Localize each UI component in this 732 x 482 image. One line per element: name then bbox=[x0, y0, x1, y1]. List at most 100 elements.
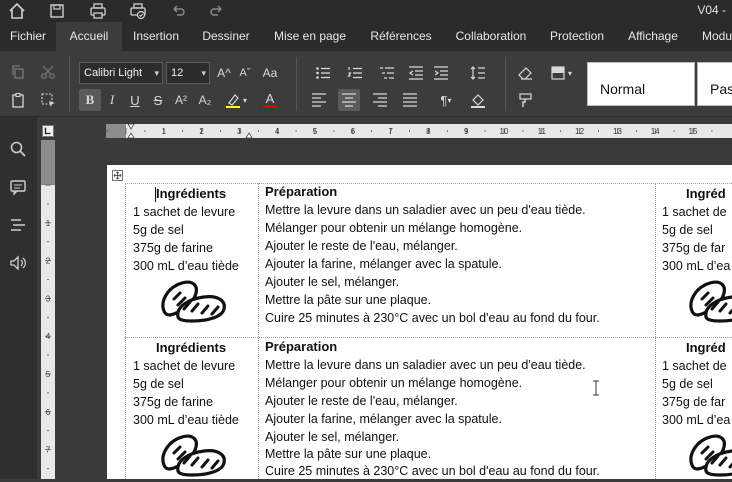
chevron-down-icon: ▾ bbox=[201, 68, 206, 78]
home-icon[interactable] bbox=[8, 2, 26, 20]
search-icon[interactable] bbox=[9, 140, 27, 158]
ribbon: Calibri Light ▾ 12 ▾ A^ Aˇ Aa B I U S A²… bbox=[0, 51, 732, 117]
bullets-button[interactable] bbox=[308, 62, 338, 84]
bold-button[interactable]: B bbox=[79, 89, 101, 111]
redo-icon[interactable] bbox=[208, 2, 226, 20]
increase-indent-button[interactable] bbox=[430, 62, 452, 84]
ingredient-item: 300 mL d’eau tiède bbox=[133, 413, 239, 427]
undo-icon[interactable] bbox=[169, 2, 187, 20]
table-border bbox=[125, 337, 732, 338]
text-cursor-icon bbox=[592, 380, 600, 396]
table-border bbox=[258, 183, 259, 479]
format-painter-button[interactable] bbox=[514, 89, 536, 111]
chevron-down-icon: ▾ bbox=[242, 95, 247, 105]
ingredient-item: 1 sachet de levure bbox=[133, 205, 236, 219]
bread-icon bbox=[686, 431, 732, 477]
align-left-button[interactable] bbox=[308, 89, 330, 111]
ruler-number: 14 bbox=[651, 127, 660, 136]
multilevel-list-button[interactable] bbox=[372, 62, 402, 84]
speaker-icon[interactable] bbox=[9, 254, 27, 272]
ingredient-item: 5g de sel bbox=[133, 377, 184, 391]
tab-collaboration[interactable]: Collaboration bbox=[444, 22, 538, 51]
ruler-number: 10 bbox=[500, 127, 509, 136]
preparation-step: Ajouter la farine, mélanger avec la spat… bbox=[265, 412, 502, 426]
print-icon[interactable] bbox=[89, 2, 107, 20]
font-color-button[interactable]: A bbox=[255, 89, 285, 111]
cut-icon[interactable] bbox=[37, 61, 59, 83]
preparation-step: Ajouter la farine, mélanger avec la spat… bbox=[265, 257, 502, 271]
italic-button[interactable]: I bbox=[101, 89, 123, 111]
font-name-dropdown[interactable]: Calibri Light ▾ bbox=[79, 62, 163, 84]
preparation-step: Mélanger pour obtenir un mélange homogèn… bbox=[265, 376, 523, 390]
ingredient-item: 300 mL d’eau tiède bbox=[133, 259, 239, 273]
ribbon-separator bbox=[296, 57, 297, 111]
tab-fichier[interactable]: Fichier bbox=[0, 22, 56, 51]
horizontal-ruler[interactable]: 1 2 3 4 5 6 7 8 9 10 11 12 13 14 15 bbox=[106, 124, 732, 138]
tab-accueil[interactable]: Accueil bbox=[56, 22, 122, 51]
ingredient-item: 375g de far bbox=[662, 395, 726, 409]
tab-protection[interactable]: Protection bbox=[538, 22, 616, 51]
bread-icon bbox=[158, 431, 228, 477]
subscript-button[interactable]: A₂ bbox=[194, 89, 216, 111]
font-size-value: 12 bbox=[171, 67, 184, 79]
align-right-button[interactable] bbox=[369, 89, 391, 111]
tab-mise-en-page[interactable]: Mise en page bbox=[262, 22, 358, 51]
style-normal[interactable]: Normal bbox=[587, 62, 695, 106]
vertical-ruler[interactable]: 1 2 3 4 5 6 7 bbox=[41, 140, 55, 479]
preparation-step: Ajouter le reste de l'eau, mélanger. bbox=[265, 394, 458, 408]
save-icon[interactable] bbox=[48, 2, 66, 20]
tab-references[interactable]: Références bbox=[358, 22, 444, 51]
borders-button[interactable]: ▾ bbox=[545, 62, 577, 84]
quick-print-icon[interactable] bbox=[129, 2, 147, 20]
ruler-number: 12 bbox=[575, 127, 584, 136]
ruler-ticks: 1 2 3 4 5 6 7 bbox=[45, 184, 51, 469]
numbering-button[interactable] bbox=[340, 62, 370, 84]
comments-icon[interactable] bbox=[9, 178, 27, 196]
chevron-down-icon: ▾ bbox=[567, 68, 572, 78]
clear-format-button[interactable] bbox=[514, 62, 536, 84]
font-color-letter: A bbox=[265, 91, 275, 106]
highlight-color-button[interactable]: ▾ bbox=[221, 89, 251, 111]
shading-button[interactable] bbox=[463, 89, 493, 111]
ruler-number: 5 bbox=[313, 127, 318, 136]
tab-dessiner[interactable]: Dessiner bbox=[190, 22, 262, 51]
indent-marker[interactable] bbox=[127, 124, 135, 138]
justify-button[interactable] bbox=[399, 89, 421, 111]
title-bar: V04 - bbox=[0, 0, 732, 22]
paragraph-marks-button[interactable]: ¶ ▾ bbox=[431, 89, 461, 111]
superscript-button[interactable]: A² bbox=[170, 89, 192, 111]
chevron-down-icon: ▾ bbox=[447, 95, 452, 105]
grow-font-button[interactable]: A^ bbox=[213, 62, 235, 84]
ruler-number: 4 bbox=[275, 127, 280, 136]
line-spacing-button[interactable] bbox=[463, 62, 493, 84]
font-size-dropdown[interactable]: 12 ▾ bbox=[166, 62, 210, 84]
table-move-handle[interactable] bbox=[112, 170, 123, 181]
tab-insertion[interactable]: Insertion bbox=[122, 22, 190, 51]
ingredient-item: 1 sachet de bbox=[662, 205, 727, 219]
navigation-icon[interactable] bbox=[9, 216, 27, 234]
ingredient-item: 5g de sel bbox=[662, 223, 713, 237]
paste-icon[interactable] bbox=[7, 89, 29, 111]
menu-bar: Fichier Accueil Insertion Dessiner Mise … bbox=[0, 22, 732, 51]
decrease-indent-button[interactable] bbox=[405, 62, 427, 84]
table-border bbox=[125, 183, 732, 184]
shrink-font-button[interactable]: Aˇ bbox=[234, 62, 256, 84]
right-indent-marker[interactable] bbox=[245, 132, 253, 138]
ingredients-title: Ingréd bbox=[686, 340, 726, 355]
table-border bbox=[655, 183, 656, 479]
change-case-button[interactable]: Aa bbox=[257, 62, 283, 84]
style-no-spacing[interactable]: Pas bbox=[697, 62, 732, 106]
ruler-number: 4 bbox=[46, 332, 51, 341]
ingredient-item: 1 sachet de levure bbox=[133, 359, 236, 373]
select-icon[interactable] bbox=[37, 89, 59, 111]
align-center-button[interactable] bbox=[338, 89, 360, 111]
copy-icon[interactable] bbox=[7, 61, 29, 83]
tab-stop-selector[interactable] bbox=[42, 125, 54, 137]
preparation-step: Mélanger pour obtenir un mélange homogèn… bbox=[265, 221, 523, 235]
preparation-step: Mettre la levure dans un saladier avec u… bbox=[265, 203, 586, 217]
preparation-step: Mettre la pâte sur une plaque. bbox=[265, 447, 432, 461]
underline-button[interactable]: U bbox=[124, 89, 146, 111]
tab-affichage[interactable]: Affichage bbox=[616, 22, 690, 51]
tab-modules[interactable]: Modu bbox=[690, 22, 732, 51]
strikethrough-button[interactable]: S bbox=[147, 89, 169, 111]
